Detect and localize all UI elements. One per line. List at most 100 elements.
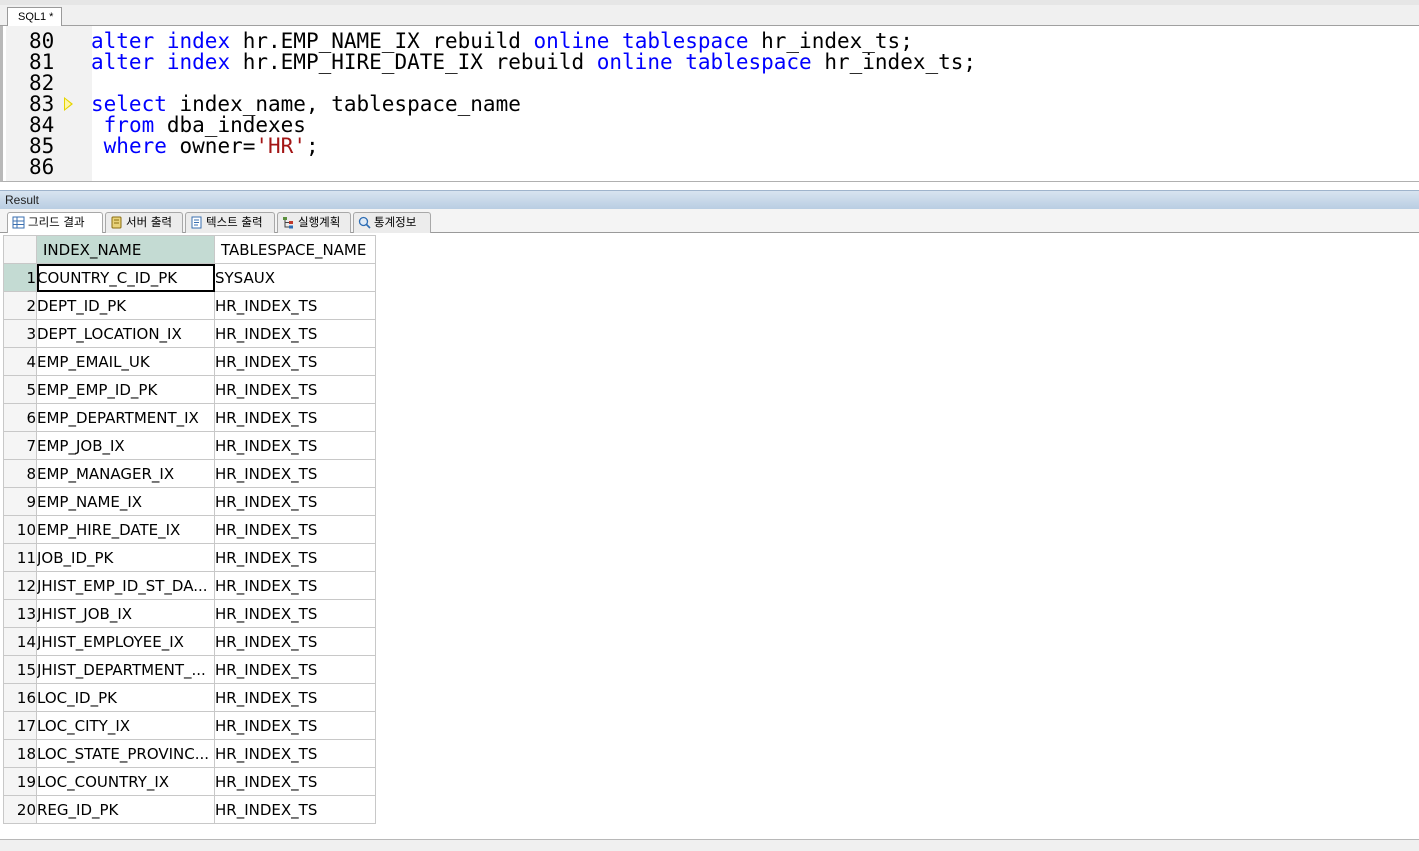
- code-line[interactable]: 83 select index_name, tablespace_name: [3, 94, 1403, 115]
- tab-server-output[interactable]: 서버 출력: [105, 212, 183, 233]
- row-number-cell[interactable]: 10: [3, 515, 37, 544]
- row-number-cell[interactable]: 18: [3, 739, 37, 768]
- tablespace-name-cell[interactable]: HR_INDEX_TS: [214, 319, 376, 348]
- index-name-cell[interactable]: EMP_NAME_IX: [36, 487, 215, 516]
- tablespace-name-cell[interactable]: HR_INDEX_TS: [214, 347, 376, 376]
- index-name-cell[interactable]: LOC_ID_PK: [36, 683, 215, 712]
- index-name-cell[interactable]: LOC_CITY_IX: [36, 711, 215, 740]
- row-number-cell[interactable]: 1: [3, 263, 37, 292]
- row-number-cell[interactable]: 9: [3, 487, 37, 516]
- index-name-cell[interactable]: EMP_DEPARTMENT_IX: [36, 403, 215, 432]
- index-name-cell[interactable]: EMP_EMAIL_UK: [36, 347, 215, 376]
- tab-execution-plan[interactable]: 실행계획: [277, 212, 351, 233]
- index-name-cell[interactable]: JOB_ID_PK: [36, 543, 215, 572]
- table-row[interactable]: 5 EMP_EMP_ID_PK HR_INDEX_TS: [3, 375, 376, 404]
- index-name-cell[interactable]: JHIST_EMP_ID_ST_DA...: [36, 571, 215, 600]
- index-name-cell[interactable]: EMP_JOB_IX: [36, 431, 215, 460]
- tablespace-name-cell[interactable]: HR_INDEX_TS: [214, 739, 376, 768]
- row-number-cell[interactable]: 5: [3, 375, 37, 404]
- table-row[interactable]: 19 LOC_COUNTRY_IX HR_INDEX_TS: [3, 767, 376, 796]
- table-row[interactable]: 9 EMP_NAME_IX HR_INDEX_TS: [3, 487, 376, 516]
- row-number-cell[interactable]: 20: [3, 795, 37, 824]
- table-row[interactable]: 16 LOC_ID_PK HR_INDEX_TS: [3, 683, 376, 712]
- index-name-cell[interactable]: JHIST_JOB_IX: [36, 599, 215, 628]
- tablespace-name-cell[interactable]: HR_INDEX_TS: [214, 599, 376, 628]
- tablespace-name-cell[interactable]: HR_INDEX_TS: [214, 291, 376, 320]
- table-row[interactable]: 6 EMP_DEPARTMENT_IX HR_INDEX_TS: [3, 403, 376, 432]
- tablespace-name-cell[interactable]: HR_INDEX_TS: [214, 403, 376, 432]
- row-number-cell[interactable]: 12: [3, 571, 37, 600]
- code-line[interactable]: 85 where owner='HR';: [3, 136, 1403, 157]
- code-line[interactable]: 81 alter index hr.EMP_HIRE_DATE_IX rebuil…: [3, 52, 1403, 73]
- row-number-cell[interactable]: 11: [3, 543, 37, 572]
- row-number-cell[interactable]: 13: [3, 599, 37, 628]
- tablespace-name-cell[interactable]: HR_INDEX_TS: [214, 459, 376, 488]
- table-row[interactable]: 11 JOB_ID_PK HR_INDEX_TS: [3, 543, 376, 572]
- index-name-cell[interactable]: COUNTRY_C_ID_PK: [36, 263, 215, 292]
- index-name-cell[interactable]: REG_ID_PK: [36, 795, 215, 824]
- table-row[interactable]: 13 JHIST_JOB_IX HR_INDEX_TS: [3, 599, 376, 628]
- tablespace-name-cell[interactable]: HR_INDEX_TS: [214, 683, 376, 712]
- row-number-cell[interactable]: 8: [3, 459, 37, 488]
- tablespace-name-cell[interactable]: HR_INDEX_TS: [214, 487, 376, 516]
- tab-sql1[interactable]: SQL1 *: [7, 7, 63, 27]
- tablespace-name-cell[interactable]: SYSAUX: [214, 263, 376, 292]
- table-row[interactable]: 17 LOC_CITY_IX HR_INDEX_TS: [3, 711, 376, 740]
- tab-text-output[interactable]: 텍스트 출력: [185, 212, 275, 233]
- table-row[interactable]: 7 EMP_JOB_IX HR_INDEX_TS: [3, 431, 376, 460]
- row-number-cell[interactable]: 7: [3, 431, 37, 460]
- table-row[interactable]: 1 COUNTRY_C_ID_PK SYSAUX: [3, 263, 376, 292]
- table-row[interactable]: 3 DEPT_LOCATION_IX HR_INDEX_TS: [3, 319, 376, 348]
- tablespace-name-cell[interactable]: HR_INDEX_TS: [214, 571, 376, 600]
- tablespace-name-cell[interactable]: HR_INDEX_TS: [214, 375, 376, 404]
- index-name-cell[interactable]: JHIST_DEPARTMENT_...: [36, 655, 215, 684]
- row-number-cell[interactable]: 15: [3, 655, 37, 684]
- row-number-cell[interactable]: 14: [3, 627, 37, 656]
- column-header-index-name[interactable]: INDEX_NAME: [36, 235, 215, 264]
- tablespace-name-cell[interactable]: HR_INDEX_TS: [214, 431, 376, 460]
- sql-editor[interactable]: 80 alter index hr.EMP_NAME_IX rebuild onl…: [0, 26, 1419, 182]
- tablespace-name-cell[interactable]: HR_INDEX_TS: [214, 543, 376, 572]
- tablespace-name-cell[interactable]: HR_INDEX_TS: [214, 515, 376, 544]
- code-line[interactable]: 86: [3, 157, 1403, 178]
- table-row[interactable]: 12 JHIST_EMP_ID_ST_DA... HR_INDEX_TS: [3, 571, 376, 600]
- tab-statistics[interactable]: 통계정보: [353, 212, 431, 233]
- code-line[interactable]: 84 from dba_indexes: [3, 115, 1403, 136]
- grid-corner-cell[interactable]: [3, 235, 37, 264]
- table-row[interactable]: 18 LOC_STATE_PROVINC... HR_INDEX_TS: [3, 739, 376, 768]
- index-name-cell[interactable]: EMP_MANAGER_IX: [36, 459, 215, 488]
- index-name-cell[interactable]: LOC_STATE_PROVINC...: [36, 739, 215, 768]
- table-row[interactable]: 14 JHIST_EMPLOYEE_IX HR_INDEX_TS: [3, 627, 376, 656]
- tablespace-name-cell[interactable]: HR_INDEX_TS: [214, 627, 376, 656]
- row-number-cell[interactable]: 19: [3, 767, 37, 796]
- table-row[interactable]: 8 EMP_MANAGER_IX HR_INDEX_TS: [3, 459, 376, 488]
- index-name-cell[interactable]: EMP_EMP_ID_PK: [36, 375, 215, 404]
- row-number-cell[interactable]: 16: [3, 683, 37, 712]
- table-row[interactable]: 15 JHIST_DEPARTMENT_... HR_INDEX_TS: [3, 655, 376, 684]
- code-line[interactable]: 80 alter index hr.EMP_NAME_IX rebuild onl…: [3, 31, 1403, 52]
- row-number-cell[interactable]: 17: [3, 711, 37, 740]
- table-row[interactable]: 20 REG_ID_PK HR_INDEX_TS: [3, 795, 376, 824]
- sql-keyword: index: [166, 50, 231, 74]
- row-number-cell[interactable]: 4: [3, 347, 37, 376]
- tablespace-name-cell[interactable]: HR_INDEX_TS: [214, 655, 376, 684]
- table-row[interactable]: 10 EMP_HIRE_DATE_IX HR_INDEX_TS: [3, 515, 376, 544]
- row-number-cell[interactable]: 2: [3, 291, 37, 320]
- tab-grid-result[interactable]: 그리드 결과: [7, 212, 103, 233]
- table-row[interactable]: 4 EMP_EMAIL_UK HR_INDEX_TS: [3, 347, 376, 376]
- index-name-cell[interactable]: EMP_HIRE_DATE_IX: [36, 515, 215, 544]
- index-name-cell[interactable]: DEPT_LOCATION_IX: [36, 319, 215, 348]
- horizontal-scrollbar[interactable]: [0, 839, 1419, 851]
- result-grid[interactable]: INDEX_NAME TABLESPACE_NAME 1 COUNTRY_C_ID…: [3, 235, 376, 824]
- code-line[interactable]: 82: [3, 73, 1403, 94]
- row-number-cell[interactable]: 3: [3, 319, 37, 348]
- tablespace-name-cell[interactable]: HR_INDEX_TS: [214, 767, 376, 796]
- tablespace-name-cell[interactable]: HR_INDEX_TS: [214, 795, 376, 824]
- column-header-tablespace-name[interactable]: TABLESPACE_NAME: [214, 235, 376, 264]
- table-row[interactable]: 2 DEPT_ID_PK HR_INDEX_TS: [3, 291, 376, 320]
- index-name-cell[interactable]: LOC_COUNTRY_IX: [36, 767, 215, 796]
- tablespace-name-cell[interactable]: HR_INDEX_TS: [214, 711, 376, 740]
- index-name-cell[interactable]: JHIST_EMPLOYEE_IX: [36, 627, 215, 656]
- index-name-cell[interactable]: DEPT_ID_PK: [36, 291, 215, 320]
- row-number-cell[interactable]: 6: [3, 403, 37, 432]
